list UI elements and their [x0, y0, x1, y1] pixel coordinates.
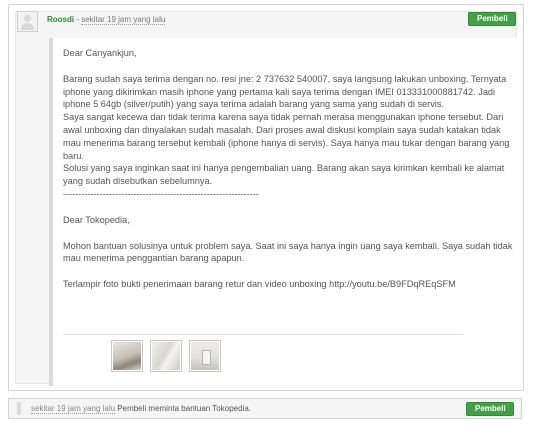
comment-meta: Roosdi - sekitar 19 jam yang lalu [47, 15, 166, 25]
message-paragraph: Mohon bantuan solusinya untuk problem sa… [63, 240, 513, 264]
greeting-admin: Dear Tokopedia, [63, 214, 130, 225]
activity-message: Pembeli meminta bantuan Tokopedia. [117, 404, 251, 413]
photo-image [152, 342, 180, 370]
activity-role-badge: Pembeli [466, 402, 514, 416]
message-paragraph: Terlampir foto bukti penerimaan barang r… [63, 279, 456, 290]
activity-text: sekitar 19 jam yang lalu Pembeli meminta… [31, 404, 251, 414]
message-body: Dear Canyankjun, Barang sudah saya terim… [63, 47, 517, 291]
comment-card: Roosdi - sekitar 19 jam yang lalu Pembel… [8, 4, 524, 391]
activity-timestamp: sekitar 19 jam yang lalu [31, 404, 116, 414]
attachment-thumbnail[interactable] [111, 340, 143, 372]
photo-image [191, 342, 219, 370]
text-divider: ----------------------------------------… [63, 188, 259, 199]
role-badge: Pembeli [468, 12, 516, 26]
attachment-divider [63, 334, 463, 335]
attachment-thumbnail[interactable] [189, 340, 221, 372]
activity-marker [17, 402, 21, 415]
message-paragraph: Barang sudah saya terima dengan no. resi… [63, 73, 507, 110]
author-name[interactable]: Roosdi [47, 15, 74, 24]
attachment-thumbnail[interactable] [150, 340, 182, 372]
message-paragraph: Saya sangat kecewa dan tidak terima kare… [63, 112, 510, 161]
meta-separator: - [76, 15, 80, 24]
photo-image [113, 342, 141, 370]
greeting-seller: Dear Canyankjun, [63, 48, 137, 58]
message-box: Dear Canyankjun, Barang sudah saya terim… [49, 38, 519, 386]
avatar[interactable] [17, 11, 38, 32]
activity-row: sekitar 19 jam yang lalu Pembeli meminta… [8, 398, 522, 419]
comment-timestamp: sekitar 19 jam yang lalu [81, 15, 166, 25]
message-paragraph: Solusi yang saya inginkan saat ini hanya… [63, 163, 505, 187]
